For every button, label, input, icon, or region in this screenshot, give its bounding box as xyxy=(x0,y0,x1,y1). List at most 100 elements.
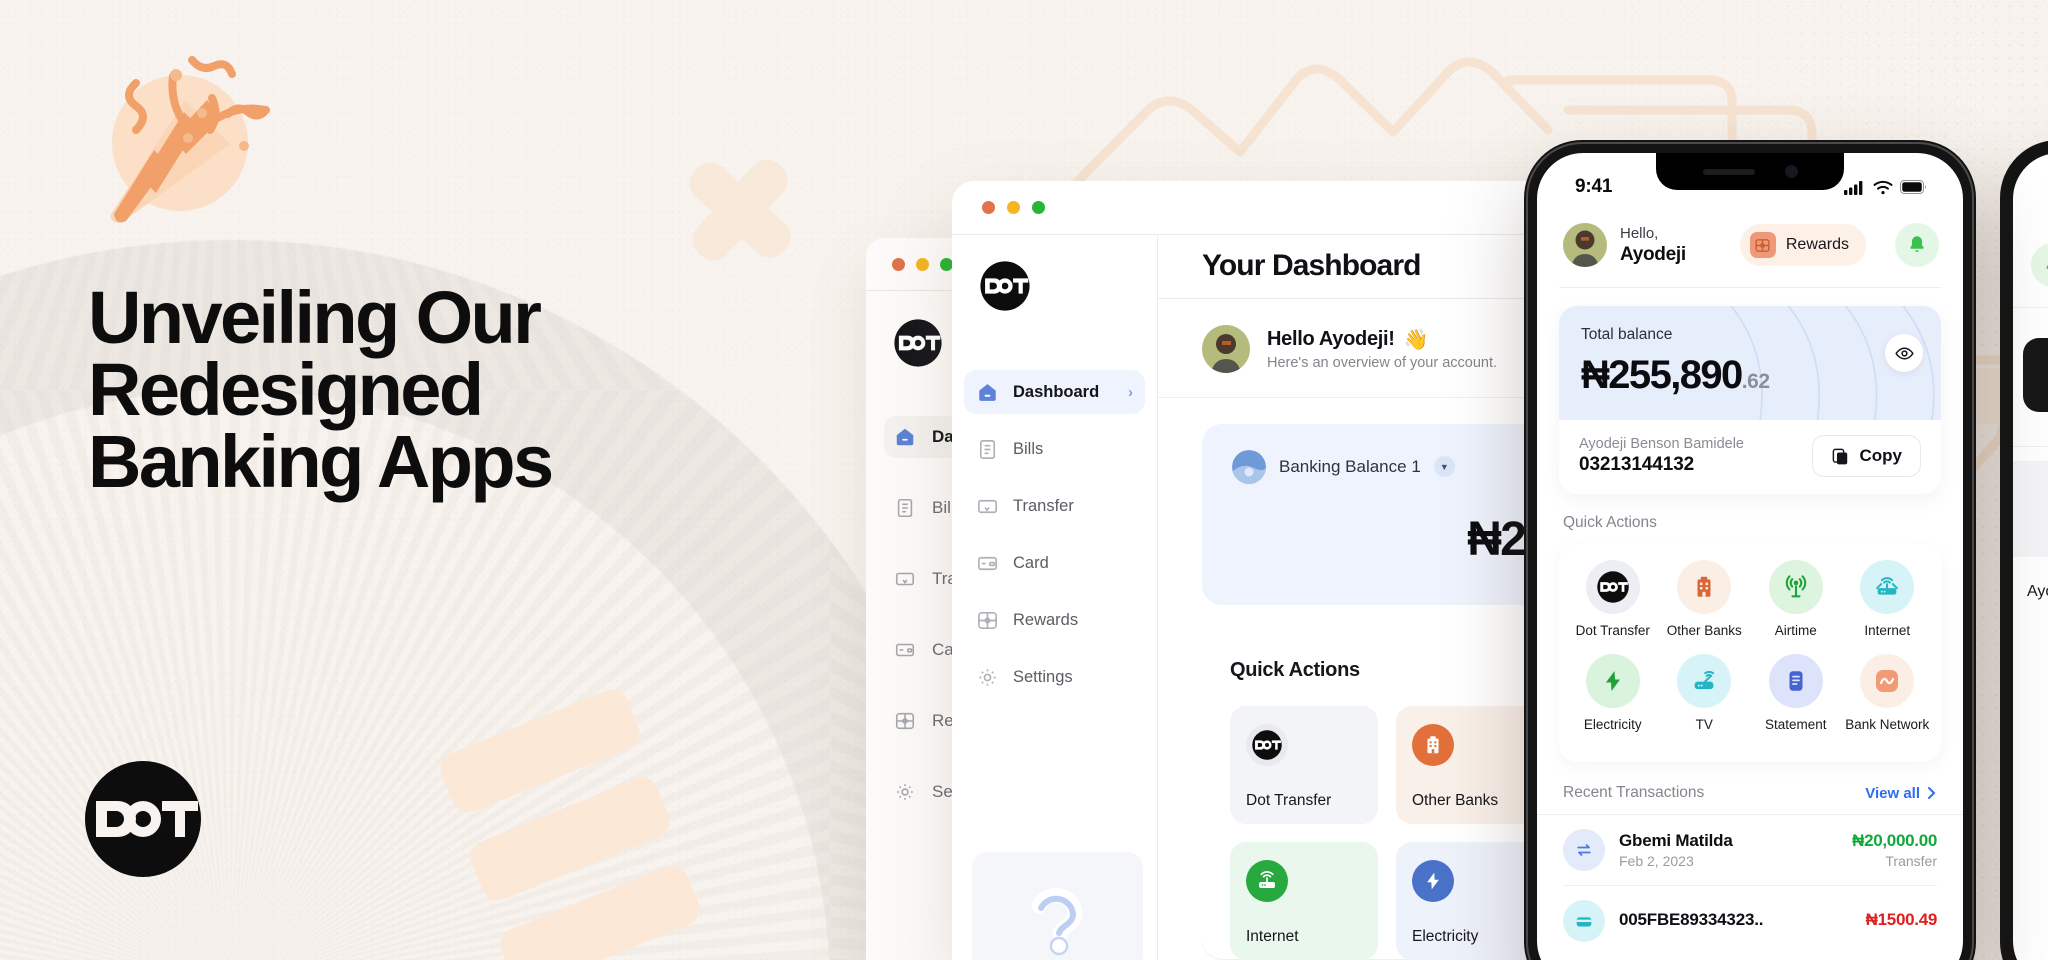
quick-action-label: Other Banks xyxy=(1412,792,1499,809)
tv-icon xyxy=(1677,654,1732,708)
balance-placeholder xyxy=(2013,461,2048,557)
bell-icon xyxy=(2031,243,2048,287)
minimize-icon[interactable] xyxy=(916,257,929,271)
transaction-type: Transfer xyxy=(1885,853,1937,869)
transaction-amount: ₦20,000.00 xyxy=(1852,831,1937,850)
avatar[interactable] xyxy=(1563,223,1607,267)
recent-transactions-title: Recent Transactions xyxy=(1563,784,1705,801)
minimize-icon[interactable] xyxy=(1007,201,1020,214)
transaction-date: Feb 2, 2023 xyxy=(1619,853,1694,869)
question-mark-icon xyxy=(1031,887,1083,956)
total-balance-label: Total balance xyxy=(1581,326,1673,343)
sidebar-item-label: Rewards xyxy=(1013,610,1079,629)
table-row[interactable]: 005FBE89334323.. ₦1500.49 xyxy=(1537,886,1963,956)
speaker-icon xyxy=(1702,168,1755,175)
quick-action-label: Other Banks xyxy=(1666,623,1742,638)
table-row[interactable]: Gbemi Matilda Feb 2, 2023 ₦20,000.00 Tra… xyxy=(1537,815,1963,885)
quick-action-electricity[interactable]: Electricity xyxy=(1567,654,1659,732)
transfer-icon xyxy=(895,572,915,586)
sidebar-item-bills[interactable]: Bills xyxy=(964,427,1145,471)
quick-action-bank-network[interactable]: Bank Network xyxy=(1842,654,1934,732)
quick-action-airtime[interactable]: Airtime xyxy=(1750,560,1842,638)
sidebar-nav: Dashboard › Bills Transfer Card Rewards … xyxy=(952,370,1157,699)
quick-action-label: Electricity xyxy=(1583,717,1642,732)
sidebar-help-card[interactable] xyxy=(972,852,1143,960)
quick-action-electricity[interactable]: Electricity xyxy=(1396,842,1544,960)
eye-toggle-placeholder[interactable] xyxy=(2023,338,2048,412)
dot-logo-icon xyxy=(84,760,202,878)
gear-icon xyxy=(897,784,913,800)
chevron-down-icon[interactable]: ▼ xyxy=(1433,456,1455,478)
copy-icon xyxy=(1832,448,1847,464)
page-title: Unveiling Our Redesigned Banking Apps xyxy=(88,281,788,498)
copy-button[interactable]: Copy xyxy=(1811,435,1921,477)
bolt-icon xyxy=(1412,860,1454,902)
dot-logo-icon xyxy=(980,261,1030,311)
sidebar-item-transfer[interactable]: Transfer xyxy=(964,484,1145,528)
quick-action-statement[interactable]: Statement xyxy=(1750,654,1842,732)
network-wave-icon xyxy=(1860,654,1915,708)
quick-action-label: Internet xyxy=(1864,623,1911,638)
secondary-phone-mockup: Ayodeji Ben xyxy=(2000,140,2048,960)
quick-action-label: Dot Transfer xyxy=(1246,792,1332,809)
quick-action-tv[interactable]: TV xyxy=(1659,654,1751,732)
receipt-icon xyxy=(979,439,996,459)
sidebar-item-label: Bills xyxy=(1013,439,1044,458)
maximize-icon[interactable] xyxy=(1032,201,1045,214)
camera-icon xyxy=(1784,165,1798,178)
eye-toggle-button[interactable] xyxy=(1885,334,1923,372)
phone-header: Hello, Ayodeji Rewards xyxy=(1537,211,1963,287)
balance-amount-cents: .62 xyxy=(1741,370,1770,393)
balance-amount-main: ₦255,890 xyxy=(1581,353,1743,397)
dot-logo-icon xyxy=(1246,724,1288,766)
quick-action-label: Electricity xyxy=(1412,928,1479,945)
close-icon[interactable] xyxy=(892,257,905,271)
quick-action-dot-transfer[interactable]: Dot Transfer xyxy=(1567,560,1659,638)
balance-account-label: Banking Balance 1 xyxy=(1279,456,1421,476)
divider xyxy=(2013,307,2048,308)
dot-logo-icon xyxy=(1585,560,1640,614)
account-name: Ayodeji Ben xyxy=(2027,583,2048,600)
account-name: Ayodeji Benson Bamidele xyxy=(1579,436,1744,452)
dot-logo-icon xyxy=(894,319,942,367)
sidebar-item-settings[interactable]: Settings xyxy=(964,655,1145,699)
bell-button[interactable] xyxy=(1895,223,1939,267)
card-icon xyxy=(978,556,997,570)
quick-action-internet[interactable]: Internet xyxy=(1230,842,1378,960)
user-name: Ayodeji xyxy=(1620,243,1686,265)
quick-action-other-banks[interactable]: Other Banks xyxy=(1659,560,1751,638)
view-all-label: View all xyxy=(1865,784,1920,802)
quick-action-internet[interactable]: Internet xyxy=(1842,560,1934,638)
home-icon xyxy=(979,383,996,401)
sidebar-item-rewards[interactable]: Rewards xyxy=(964,598,1145,642)
transaction-amount: ₦1500.49 xyxy=(1865,910,1938,929)
rewards-button[interactable]: Rewards xyxy=(1739,224,1866,266)
sidebar-item-dashboard[interactable]: Dashboard › xyxy=(964,370,1145,414)
sidebar-item-label: Settings xyxy=(1013,667,1073,686)
quick-action-other-banks[interactable]: Other Banks xyxy=(1396,706,1544,824)
quick-action-dot-transfer[interactable]: Dot Transfer xyxy=(1230,706,1378,824)
bank-building-icon xyxy=(1412,724,1454,766)
sidebar-item-label: Transfer xyxy=(1013,496,1074,515)
view-all-button[interactable]: View all xyxy=(1865,785,1937,802)
transfer-arrows-icon xyxy=(1563,829,1605,871)
quick-actions-title: Quick Actions xyxy=(1563,514,1657,531)
bell-icon xyxy=(1910,236,1924,252)
bell-button[interactable] xyxy=(2013,223,2048,287)
wifi-icon xyxy=(1873,180,1893,194)
bank-building-icon xyxy=(1677,560,1732,614)
quick-action-label: Bank Network xyxy=(1845,717,1930,732)
sidebar-item-card[interactable]: Card xyxy=(964,541,1145,585)
copy-label: Copy xyxy=(1859,446,1903,465)
quick-actions-grid: Dot Transfer Other Banks xyxy=(1567,560,1933,748)
gear-icon xyxy=(979,668,996,686)
gift-icon xyxy=(1749,232,1776,258)
router-icon xyxy=(1246,860,1288,902)
quick-action-label: Internet xyxy=(1246,928,1299,945)
account-number: 03213144132 xyxy=(1579,454,1695,475)
quick-actions-card: Dot Transfer Other Banks Airtime Interne… xyxy=(1559,544,1941,762)
gift-icon xyxy=(978,611,997,629)
close-icon[interactable] xyxy=(982,201,995,214)
battery-icon xyxy=(1900,180,1926,194)
receipt-icon xyxy=(897,498,913,518)
